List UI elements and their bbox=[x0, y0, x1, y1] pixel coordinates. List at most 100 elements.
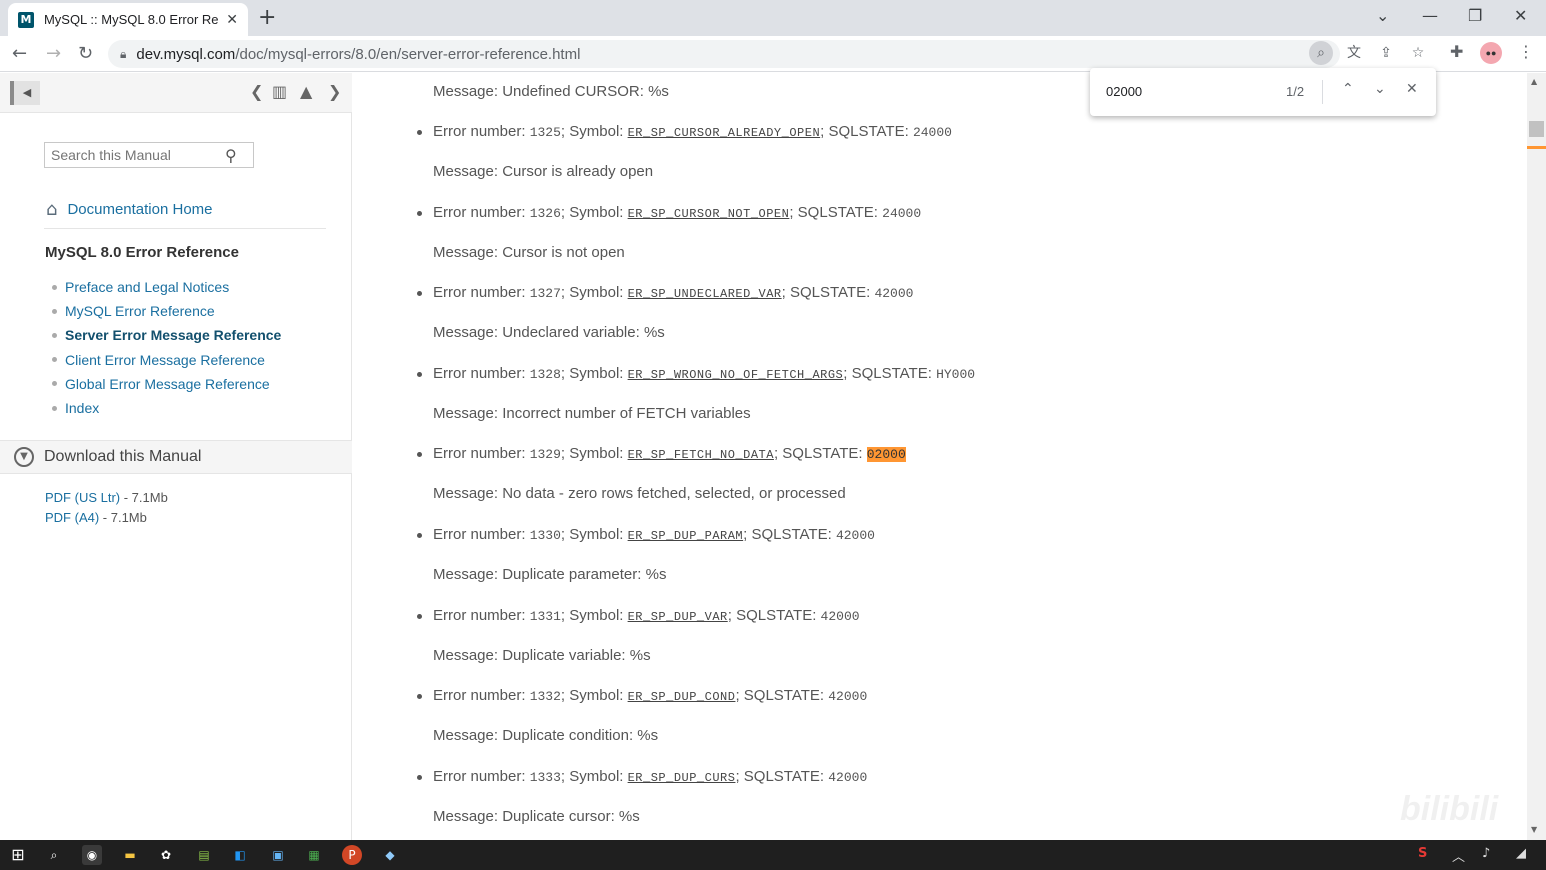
next-page-icon[interactable]: ❯ bbox=[328, 82, 341, 101]
tray-chevron-icon[interactable]: ︿ bbox=[1452, 846, 1465, 865]
notepad-icon[interactable]: ▤ bbox=[194, 845, 214, 865]
bullet bbox=[417, 371, 422, 377]
back-icon[interactable]: ← bbox=[12, 43, 27, 64]
documentation-home-label: Documentation Home bbox=[67, 201, 213, 218]
app-icon[interactable]: ▣ bbox=[268, 845, 288, 865]
search-input[interactable] bbox=[45, 143, 225, 167]
error-symbol-link[interactable]: ER_SP_DUP_CURS bbox=[628, 771, 736, 785]
file-explorer-icon[interactable]: ▬ bbox=[120, 845, 140, 865]
error-symbol-link[interactable]: ER_SP_FETCH_NO_DATA bbox=[628, 448, 774, 462]
translate-icon[interactable]: 文 bbox=[1342, 41, 1366, 65]
network-icon[interactable]: ◢ bbox=[1516, 846, 1526, 861]
toc-item-active[interactable]: Server Error Message Reference bbox=[52, 323, 281, 347]
pdf-us-letter-link[interactable]: PDF (US Ltr) - 7.1Mb bbox=[45, 488, 168, 508]
find-in-page-icon[interactable]: ⌕ bbox=[1309, 41, 1333, 65]
sogou-icon[interactable]: S bbox=[1418, 846, 1427, 861]
sqlstate-value: 42000 bbox=[820, 608, 860, 624]
sqlstate-value: 42000 bbox=[874, 286, 914, 302]
divider bbox=[44, 228, 326, 229]
manual-book-icon[interactable]: ▥ bbox=[272, 82, 287, 101]
error-number: 1326 bbox=[529, 205, 561, 221]
url-path: /doc/mysql-errors/8.0/en/server-error-re… bbox=[235, 45, 581, 63]
volume-icon[interactable]: ♪ bbox=[1482, 846, 1490, 861]
share-icon[interactable]: ⇪ bbox=[1374, 41, 1398, 65]
download-icon: ▼ bbox=[14, 447, 34, 467]
vertical-scrollbar[interactable]: ▲ ▼ bbox=[1527, 73, 1546, 840]
minimize-icon[interactable]: — bbox=[1422, 6, 1438, 25]
app-icon[interactable]: ◆ bbox=[380, 845, 400, 865]
bullet bbox=[417, 130, 422, 135]
error-symbol-link[interactable]: ER_SP_CURSOR_NOT_OPEN bbox=[628, 207, 790, 221]
message-text: Message: Undefined CURSOR: %s bbox=[433, 83, 669, 100]
find-match-marker bbox=[1527, 146, 1546, 149]
prev-page-icon[interactable]: ❮ bbox=[250, 82, 263, 101]
windows-start-icon[interactable]: ⊞ bbox=[8, 845, 28, 865]
error-symbol-link[interactable]: ER_SP_DUP_COND bbox=[628, 690, 736, 704]
browser-tab[interactable]: M MySQL :: MySQL 8.0 Error Refe ✕ bbox=[8, 3, 248, 36]
error-entry: Error number: 1333; Symbol: ER_SP_DUP_CU… bbox=[417, 768, 867, 785]
sqlstate-value: 24000 bbox=[882, 205, 922, 221]
find-next-icon[interactable]: ⌄ bbox=[1374, 81, 1386, 97]
message-text: Message: Duplicate cursor: %s bbox=[433, 807, 640, 825]
toolbar: ← → ↻ 🔒︎ dev.mysql.com/doc/mysql-errors/… bbox=[0, 36, 1546, 72]
address-bar[interactable]: 🔒︎ dev.mysql.com/doc/mysql-errors/8.0/en… bbox=[108, 40, 1340, 68]
toc-item[interactable]: Global Error Message Reference bbox=[52, 372, 281, 396]
lock-icon[interactable]: 🔒︎ bbox=[120, 47, 126, 62]
search-icon[interactable]: ⚲ bbox=[225, 146, 237, 165]
watermark: bilibili bbox=[1400, 790, 1499, 828]
app-icon[interactable]: ◧ bbox=[230, 845, 250, 865]
sqlstate-value: 02000 bbox=[866, 447, 906, 463]
find-close-icon[interactable]: ✕ bbox=[1406, 81, 1418, 97]
app-icon[interactable]: ▦ bbox=[304, 845, 324, 865]
search-box: ⚲ bbox=[44, 142, 254, 168]
find-input[interactable]: 02000 bbox=[1106, 84, 1142, 99]
up-page-icon[interactable]: ▲ bbox=[300, 82, 312, 101]
download-manual-toggle[interactable]: ▼ Download this Manual bbox=[0, 440, 352, 474]
error-entry: Error number: 1330; Symbol: ER_SP_DUP_PA… bbox=[417, 526, 875, 543]
error-symbol-link[interactable]: ER_SP_DUP_PARAM bbox=[628, 529, 744, 543]
scroll-up-icon[interactable]: ▲ bbox=[1531, 77, 1537, 86]
message-text: Message: Cursor is not open bbox=[433, 243, 625, 261]
tab-strip: M MySQL :: MySQL 8.0 Error Refe ✕ + ⌄ — … bbox=[0, 0, 1546, 36]
error-symbol-link[interactable]: ER_SP_CURSOR_ALREADY_OPEN bbox=[628, 126, 821, 140]
bullet bbox=[417, 613, 422, 619]
error-symbol-link[interactable]: ER_SP_DUP_VAR bbox=[628, 610, 728, 624]
powerpoint-icon[interactable]: P bbox=[342, 845, 362, 865]
error-symbol-link[interactable]: ER_SP_WRONG_NO_OF_FETCH_ARGS bbox=[628, 368, 844, 382]
window-close-icon[interactable]: ✕ bbox=[1514, 6, 1527, 25]
profile-avatar[interactable]: ●● bbox=[1480, 42, 1502, 64]
new-tab-icon[interactable]: + bbox=[258, 5, 276, 30]
pdf-links: PDF (US Ltr) - 7.1Mb PDF (A4) - 7.1Mb bbox=[45, 488, 168, 528]
restore-icon[interactable]: ❐ bbox=[1468, 6, 1482, 25]
reload-icon[interactable]: ↻ bbox=[78, 43, 93, 64]
error-number: 1332 bbox=[529, 689, 561, 705]
message-text: Message: Undeclared variable: %s bbox=[433, 324, 665, 342]
sqlstate-value: 42000 bbox=[835, 528, 875, 543]
forward-icon[interactable]: → bbox=[46, 43, 61, 64]
toc-item[interactable]: Preface and Legal Notices bbox=[52, 275, 281, 299]
chrome-icon[interactable]: ◉ bbox=[82, 845, 102, 865]
search-icon[interactable]: ⌕ bbox=[44, 845, 64, 865]
tab-close-icon[interactable]: ✕ bbox=[226, 12, 238, 28]
error-entry: Error number: 1328; Symbol: ER_SP_WRONG_… bbox=[417, 365, 975, 382]
scroll-thumb[interactable] bbox=[1529, 121, 1544, 137]
error-number: 1333 bbox=[529, 769, 561, 785]
bookmark-star-icon[interactable]: ☆ bbox=[1406, 41, 1430, 65]
toc-item[interactable]: Client Error Message Reference bbox=[52, 348, 281, 372]
find-previous-icon[interactable]: ⌃ bbox=[1342, 81, 1354, 97]
error-symbol-link[interactable]: ER_SP_UNDECLARED_VAR bbox=[628, 287, 782, 301]
collapse-sidebar-icon[interactable]: ◀ bbox=[10, 81, 40, 105]
app-icon[interactable]: ✿ bbox=[156, 845, 176, 865]
scroll-down-icon[interactable]: ▼ bbox=[1531, 825, 1537, 834]
tab-search-icon[interactable]: ⌄ bbox=[1376, 6, 1389, 25]
error-number: 1327 bbox=[529, 286, 561, 302]
documentation-home-link[interactable]: ⌂ Documentation Home bbox=[46, 199, 213, 220]
toc-item[interactable]: Index bbox=[52, 396, 281, 420]
manual-heading: MySQL 8.0 Error Reference bbox=[45, 244, 239, 261]
error-number: 1325 bbox=[529, 125, 561, 140]
message-text: Message: Cursor is already open bbox=[433, 163, 654, 180]
pdf-a4-link[interactable]: PDF (A4) - 7.1Mb bbox=[45, 508, 168, 528]
toc-item[interactable]: MySQL Error Reference bbox=[52, 299, 281, 323]
extensions-icon[interactable]: ✚ bbox=[1450, 42, 1463, 61]
menu-kebab-icon[interactable]: ⋮ bbox=[1518, 42, 1534, 61]
